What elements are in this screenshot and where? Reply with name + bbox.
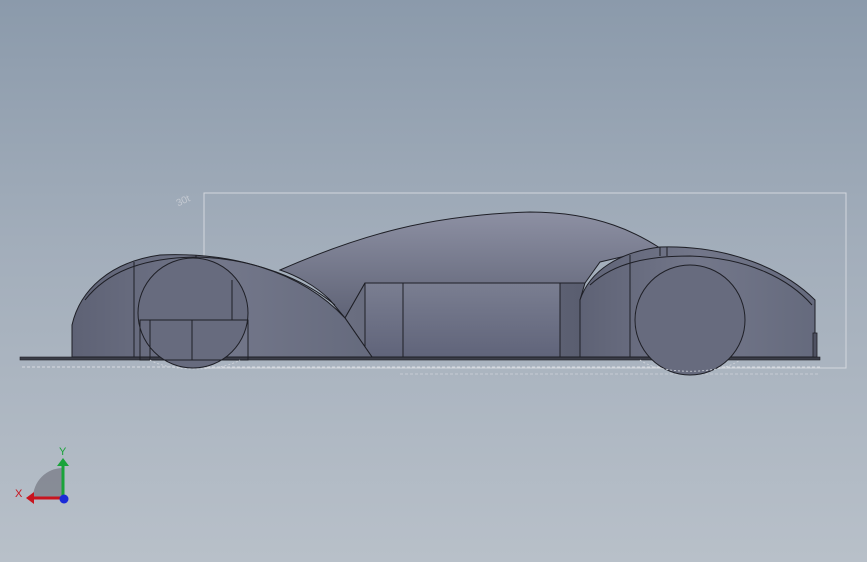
- triad-plane-quadrant: [33, 468, 63, 498]
- axis-triad: Y X: [15, 446, 69, 504]
- triad-x-label: X: [15, 488, 23, 500]
- triad-x-arrow-icon: [26, 492, 34, 504]
- triad-y-arrow-icon: [57, 458, 69, 466]
- graphics-viewport[interactable]: 30t Y X: [0, 0, 867, 562]
- triad-z-axis-icon: [59, 494, 69, 504]
- triad-y-label: Y: [59, 446, 67, 458]
